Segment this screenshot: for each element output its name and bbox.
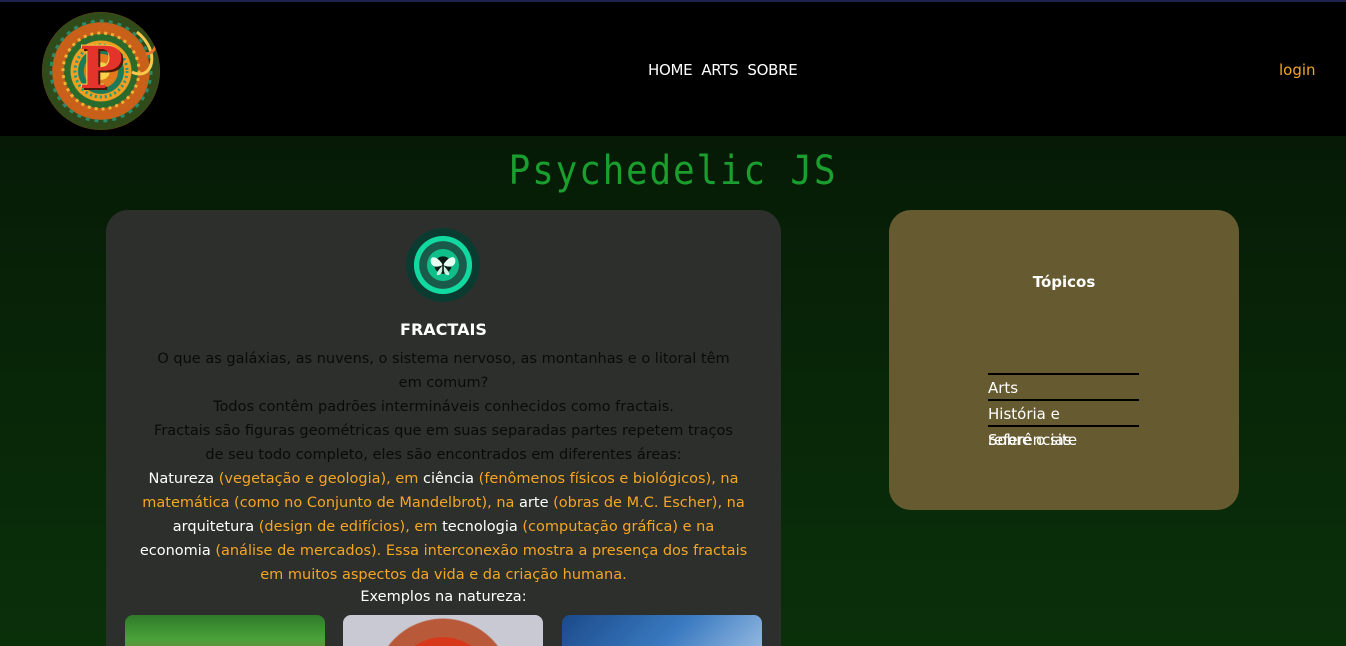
topics-list: Arts História e referências Sobre o site bbox=[988, 373, 1139, 451]
topics-heading: Tópicos bbox=[1032, 273, 1096, 291]
butterfly-mandala-image bbox=[406, 228, 480, 302]
site-logo[interactable]: P bbox=[42, 12, 160, 130]
site-header: P HOME ARTS SOBRE login bbox=[0, 2, 1346, 136]
intro-definition: Fractais são figuras geométricas que em … bbox=[154, 423, 733, 463]
topic-link-arts[interactable]: Arts bbox=[988, 373, 1139, 399]
tree-fractal-photo bbox=[125, 615, 325, 646]
butterfly-icon bbox=[430, 257, 456, 276]
area-tecnologia: tecnologia bbox=[442, 519, 518, 535]
area-arquitetura-desc: (design de edifícios), em bbox=[254, 519, 443, 535]
area-tecnologia-desc: (computação gráfica) e na bbox=[517, 519, 715, 535]
logo-letter: P bbox=[79, 34, 123, 102]
area-ciencia: ciência bbox=[423, 471, 475, 487]
intro-question: O que as galáxias, as nuvens, o sistema … bbox=[157, 351, 730, 391]
topic-link-historia[interactable]: História e referências bbox=[988, 399, 1139, 449]
area-natureza: Natureza bbox=[148, 471, 215, 487]
area-arte-desc: (obras de M.C. Escher), na bbox=[548, 495, 745, 511]
fractais-intro: O que as galáxias, as nuvens, o sistema … bbox=[146, 347, 741, 467]
nav-home-link[interactable]: HOME bbox=[648, 61, 693, 79]
fractais-heading: FRACTAIS bbox=[400, 320, 487, 339]
fractais-card: FRACTAIS O que as galáxias, as nuvens, o… bbox=[106, 210, 781, 646]
flower-fractal-photo bbox=[343, 615, 543, 646]
site-title: Psychedelic JS bbox=[508, 148, 838, 194]
area-arte: arte bbox=[519, 495, 549, 511]
topics-sidebar: Tópicos Arts História e referências Sobr… bbox=[889, 210, 1239, 510]
area-economia-desc: (análise de mercados). Essa interconexão… bbox=[210, 543, 748, 583]
main-nav: HOME ARTS SOBRE bbox=[648, 61, 798, 79]
login-link[interactable]: login bbox=[1279, 61, 1316, 79]
fractais-areas-paragraph: Natureza (vegetação e geologia), em ciên… bbox=[138, 467, 749, 587]
area-arquitetura: arquitetura bbox=[172, 519, 255, 535]
area-economia: economia bbox=[139, 543, 211, 559]
nav-arts-link[interactable]: ARTS bbox=[701, 61, 738, 79]
frost-fractal-photo bbox=[562, 615, 762, 646]
area-natureza-desc: (vegetação e geologia), em bbox=[214, 471, 424, 487]
topic-link-sobre[interactable]: Sobre o site bbox=[988, 425, 1139, 451]
nav-sobre-link[interactable]: SOBRE bbox=[747, 61, 797, 79]
examples-heading: Exemplos na natureza: bbox=[360, 589, 527, 605]
intro-statement: Todos contêm padrões intermináveis conhe… bbox=[213, 399, 674, 415]
